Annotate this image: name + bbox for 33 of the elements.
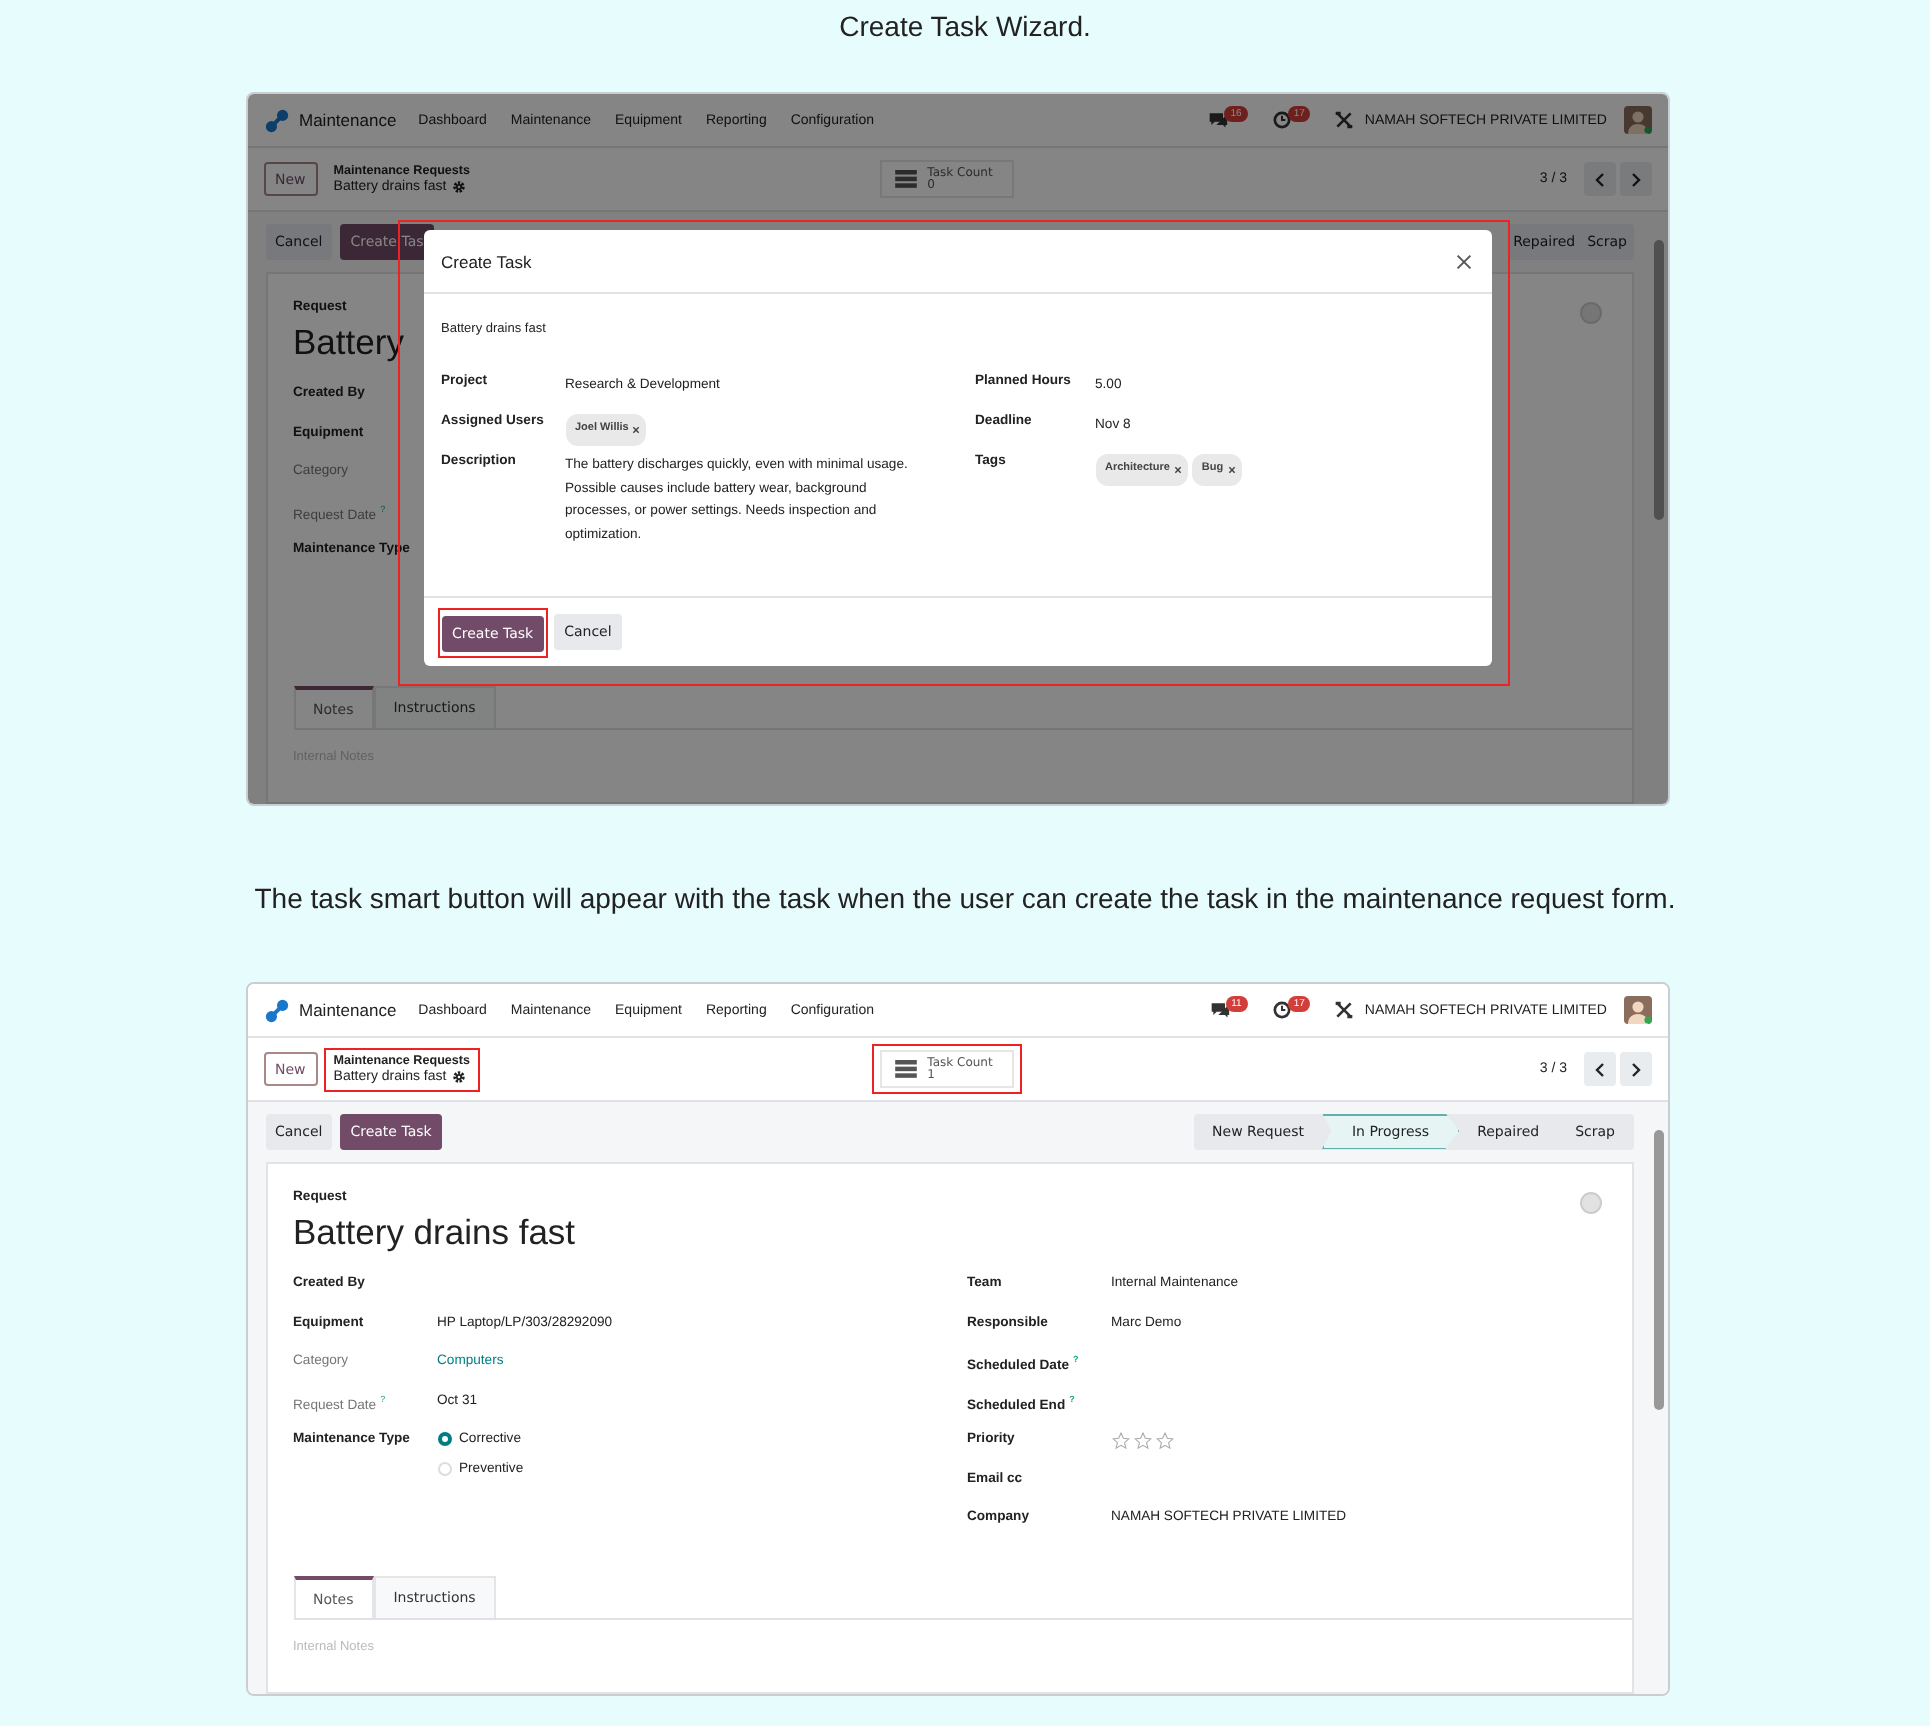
remove-icon[interactable] — [632, 425, 641, 434]
tasks-icon — [893, 1060, 918, 1078]
caption: The task smart button will appear with the task when the user can create the task in the maintenance request form. — [254, 880, 1676, 916]
chat-icon[interactable] — [1209, 1000, 1230, 1020]
remove-icon[interactable] — [1173, 465, 1182, 474]
app-logo-icon — [263, 997, 289, 1023]
tasks-icon — [893, 170, 918, 188]
app-name[interactable]: Maintenance — [299, 1000, 397, 1020]
avatar-icon[interactable] — [1623, 106, 1651, 134]
app-name[interactable]: Maintenance — [299, 110, 397, 130]
radio-button[interactable] — [437, 1432, 451, 1446]
scrollbar[interactable] — [1653, 240, 1663, 520]
caption: Create Task Wizard. — [839, 8, 1091, 44]
scrollbar[interactable] — [1653, 1130, 1663, 1410]
star-icon[interactable] — [1111, 1432, 1129, 1450]
chevron-left-icon — [1591, 1061, 1607, 1077]
star-icon[interactable] — [1133, 1432, 1151, 1450]
tools-icon[interactable] — [1334, 1000, 1355, 1020]
chevron-right-icon — [1627, 1061, 1643, 1077]
avatar-icon[interactable] — [1623, 996, 1651, 1024]
settings-icon[interactable] — [452, 1070, 467, 1084]
remove-icon[interactable] — [1227, 465, 1236, 474]
close-icon[interactable] — [1455, 253, 1471, 269]
clock-icon[interactable] — [1271, 1000, 1292, 1020]
dialog-title: Create Task — [441, 251, 532, 271]
previous-button[interactable] — [1583, 1052, 1615, 1086]
record-title: Battery drains fast — [293, 1210, 576, 1256]
star-icon[interactable] — [1155, 1432, 1173, 1450]
priority-stars[interactable] — [1111, 1432, 1173, 1450]
app-logo-icon — [263, 107, 289, 133]
next-button[interactable] — [1619, 1052, 1651, 1086]
chevron-left-icon — [1591, 171, 1607, 187]
chevron-right-icon — [1627, 171, 1643, 187]
